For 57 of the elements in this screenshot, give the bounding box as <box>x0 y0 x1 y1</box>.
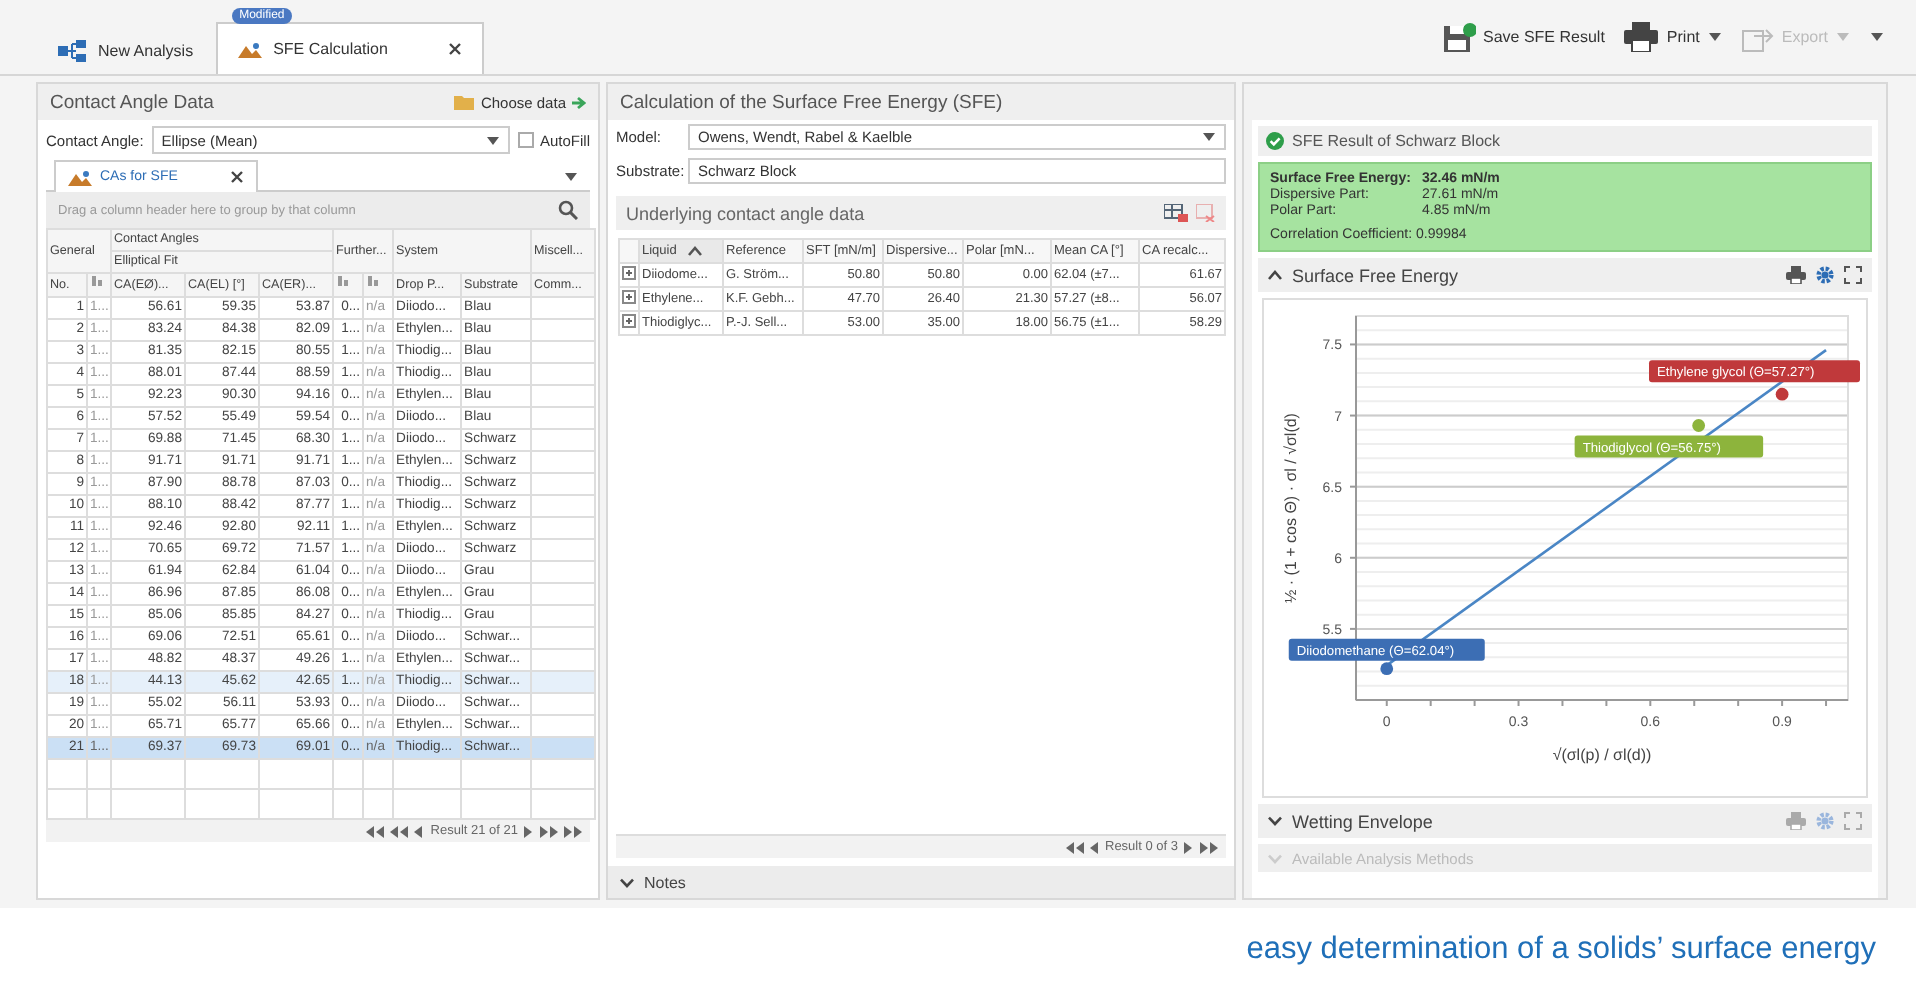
folder-icon <box>454 94 475 110</box>
caption: easy determination of a solids’ surface energy <box>1246 931 1876 967</box>
mountain-icon <box>68 169 92 185</box>
checkbox[interactable] <box>517 132 534 148</box>
section-header[interactable]: Wetting Envelope <box>1258 804 1872 838</box>
overflow-menu-button[interactable] <box>1866 28 1888 46</box>
printer-icon[interactable] <box>1624 22 1659 52</box>
section-title: Underlying contact angle data <box>626 203 865 223</box>
chevron-down-icon[interactable] <box>620 877 634 887</box>
toolbar-button[interactable]: Save SFE Result <box>1439 18 1609 56</box>
table-edit-icon[interactable] <box>1164 204 1188 222</box>
next-page-icon[interactable] <box>524 825 534 837</box>
save-icon[interactable] <box>1443 22 1475 52</box>
close-icon[interactable] <box>447 42 462 56</box>
first-page-icon[interactable] <box>390 825 409 837</box>
printer-icon[interactable] <box>1786 266 1806 284</box>
panel-title: Calculation of the Surface Free Energy (SFE) <box>620 91 1003 113</box>
caret-icon <box>1707 32 1722 42</box>
axis-title: ½ · (1 + cos Θ) · σl / √σl(d) <box>1282 413 1300 603</box>
expand-row-icon[interactable] <box>622 314 636 328</box>
expand-row-icon[interactable] <box>622 266 636 280</box>
notes-section-header[interactable]: Notes <box>608 866 1234 898</box>
caret-icon <box>1202 132 1216 142</box>
chevron-up-icon[interactable] <box>688 245 703 256</box>
settings-icon[interactable] <box>1816 266 1834 284</box>
tab[interactable]: New Analysis <box>36 26 216 74</box>
chevron-down-icon[interactable] <box>1268 816 1282 826</box>
last-page-icon[interactable] <box>540 825 558 837</box>
close-icon[interactable] <box>229 170 244 184</box>
tab[interactable]: SFE Calculation <box>215 22 484 74</box>
fullscreen-icon[interactable] <box>1844 266 1862 284</box>
search-icon[interactable] <box>558 200 578 220</box>
caret-icon <box>1836 32 1850 42</box>
panel-title: Contact Angle Data <box>50 91 214 113</box>
check-circle-icon <box>1266 132 1284 150</box>
column-icon <box>366 275 381 288</box>
previous-page-icon[interactable] <box>1089 841 1099 853</box>
section-header[interactable]: Surface Free Energy <box>1258 258 1872 292</box>
previous-page-icon[interactable] <box>414 825 425 837</box>
next-page-icon[interactable] <box>1184 841 1194 853</box>
caret-icon <box>485 135 500 145</box>
result-title: SFE Result of Schwarz Block <box>1292 132 1501 150</box>
first-page-icon[interactable] <box>366 825 385 837</box>
diagram-icon <box>58 40 86 62</box>
axis-title: √(σl(p) / σl(d)) <box>1552 746 1652 764</box>
mountain-icon <box>237 41 262 57</box>
chevron-up-icon[interactable] <box>1268 270 1282 280</box>
dropdown-icon <box>564 172 578 182</box>
last-page-icon[interactable] <box>1200 841 1218 853</box>
column-icon <box>336 275 351 288</box>
expand-row-icon[interactable] <box>622 290 636 304</box>
last-page-icon[interactable] <box>564 825 582 837</box>
first-page-icon[interactable] <box>1065 841 1083 853</box>
caret-icon <box>1870 32 1884 42</box>
column-icon <box>90 275 104 288</box>
toolbar-button[interactable]: Print <box>1620 18 1726 56</box>
arrow-icon <box>572 95 586 109</box>
